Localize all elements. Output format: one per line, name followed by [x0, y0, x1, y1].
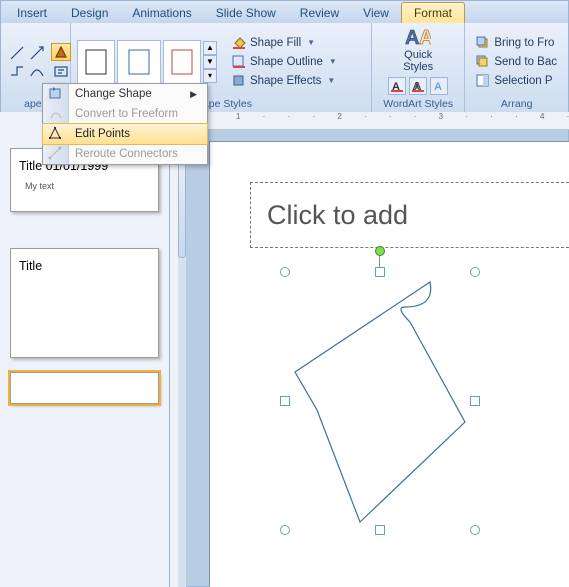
shape-styles-gallery[interactable]: ▲ ▼ ▾: [77, 40, 217, 84]
gallery-down-icon[interactable]: ▼: [203, 55, 217, 69]
tab-review[interactable]: Review: [288, 3, 351, 23]
selection-pane-button[interactable]: Selection P: [471, 72, 562, 90]
style-item-2[interactable]: [117, 40, 161, 84]
pencil-outline-icon: [232, 55, 246, 69]
bring-to-front-button[interactable]: Bring to Fro: [471, 34, 562, 52]
tab-design[interactable]: Design: [59, 3, 120, 23]
thumb-title: Title: [19, 259, 150, 273]
selected-freeform-shape[interactable]: [285, 272, 475, 530]
edit-shape-button[interactable]: [51, 43, 71, 61]
group-label-arrange: Arrang: [471, 97, 562, 111]
quick-styles-button[interactable]: AA Quick Styles: [396, 26, 440, 73]
text-outline-icon[interactable]: A: [409, 77, 427, 95]
send-back-icon: [476, 55, 490, 69]
thumbnails-scrollbar[interactable]: [178, 112, 186, 587]
freeform-path[interactable]: [285, 272, 475, 530]
tab-insert[interactable]: Insert: [5, 3, 59, 23]
shape-fill-button[interactable]: Shape Fill▼: [227, 34, 342, 52]
resize-handle-e[interactable]: [470, 396, 480, 406]
edit-points-icon: [48, 126, 64, 142]
menu-convert-freeform: Convert to Freeform: [43, 104, 207, 124]
change-shape-icon: [48, 86, 64, 102]
ribbon-tabs: Insert Design Animations Slide Show Revi…: [1, 1, 568, 23]
ribbon: apes ▲ ▼ ▾ Shape Fill▼: [1, 23, 568, 113]
tab-animations[interactable]: Animations: [120, 3, 203, 23]
gallery-more-icon[interactable]: ▾: [203, 69, 217, 83]
tab-view[interactable]: View: [351, 3, 401, 23]
horizontal-ruler: 1 · · · 2 · · · 3 · · · 4 · · · 5 · · · …: [186, 112, 569, 130]
resize-handle-nw[interactable]: [280, 267, 290, 277]
resize-handle-w[interactable]: [280, 396, 290, 406]
slide-canvas[interactable]: Click to add: [210, 142, 569, 587]
svg-text:A: A: [419, 27, 431, 48]
group-label-wordart: WordArt Styles: [378, 97, 458, 111]
shape-outline-button[interactable]: Shape Outline▼: [227, 53, 342, 71]
bring-front-icon: [476, 36, 490, 50]
slide-thumbnail[interactable]: [10, 372, 159, 404]
effects-icon: [232, 74, 246, 88]
slide-thumbnail[interactable]: Title: [10, 248, 159, 358]
edit-shape-menu: Change Shape▶ Convert to Freeform Edit P…: [42, 83, 208, 165]
shape-line-icon[interactable]: [7, 44, 27, 62]
reroute-icon: [48, 146, 64, 162]
text-effects-icon[interactable]: A: [430, 77, 448, 95]
shape-elbow-icon[interactable]: [7, 62, 27, 80]
text-box-button[interactable]: [51, 62, 71, 80]
freeform-icon: [48, 106, 64, 122]
svg-text:A: A: [405, 27, 419, 48]
resize-handle-n[interactable]: [375, 267, 385, 277]
menu-change-shape[interactable]: Change Shape▶: [43, 84, 207, 104]
tab-format[interactable]: Format: [401, 2, 465, 23]
style-item-3[interactable]: [163, 40, 201, 84]
svg-text:A: A: [434, 81, 442, 92]
resize-handle-sw[interactable]: [280, 525, 290, 535]
shape-effects-button[interactable]: Shape Effects▼: [227, 72, 342, 90]
thumb-body: My text: [25, 181, 150, 191]
work-area: Title 01/01/1999 My text Title 1 · · · 2…: [0, 112, 569, 587]
style-item-1[interactable]: [77, 40, 115, 84]
wordart-A-icon: AA: [405, 26, 431, 48]
menu-edit-points[interactable]: Edit Points: [43, 124, 207, 144]
group-wordart-styles: AA Quick Styles A A A WordArt Styles: [372, 23, 465, 112]
group-arrange: Bring to Fro Send to Bac Selection P Arr…: [465, 23, 568, 112]
shape-arrow-icon[interactable]: [27, 44, 47, 62]
title-placeholder[interactable]: Click to add: [250, 182, 569, 248]
selection-pane-icon: [476, 74, 490, 88]
slide-thumbnails-pane: Title 01/01/1999 My text Title: [0, 112, 170, 587]
send-to-back-button[interactable]: Send to Bac: [471, 53, 562, 71]
shape-curve-icon[interactable]: [27, 62, 47, 80]
resize-handle-ne[interactable]: [470, 267, 480, 277]
resize-handle-se[interactable]: [470, 525, 480, 535]
resize-handle-s[interactable]: [375, 525, 385, 535]
tab-slideshow[interactable]: Slide Show: [204, 3, 288, 23]
rotation-handle[interactable]: [375, 246, 385, 256]
menu-reroute-connectors: Reroute Connectors: [43, 144, 207, 164]
text-fill-icon[interactable]: A: [388, 77, 406, 95]
gallery-up-icon[interactable]: ▲: [203, 41, 217, 55]
bucket-icon: [232, 36, 246, 50]
